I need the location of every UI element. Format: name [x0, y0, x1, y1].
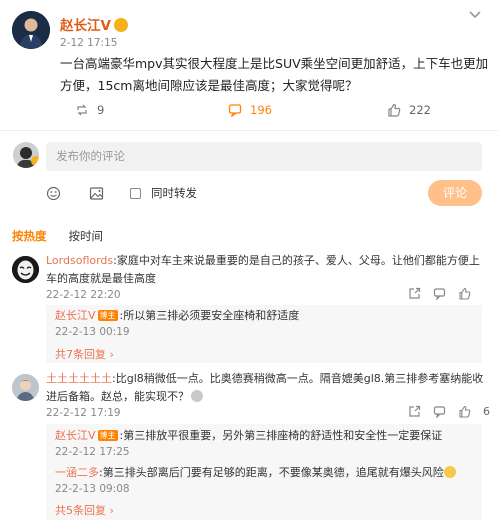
like-count: 222	[409, 103, 431, 117]
commenter-avatar[interactable]	[12, 374, 39, 401]
share-icon[interactable]	[408, 287, 421, 300]
repost-icon	[77, 104, 87, 116]
repost-count: 9	[97, 103, 105, 117]
repost-button[interactable]: 9	[75, 98, 104, 122]
reply-author[interactable]: 赵长江V	[55, 429, 96, 442]
comment-actions	[408, 287, 483, 300]
thumbs-up-icon[interactable]	[458, 405, 471, 418]
reply-item: 赵长江V 博主:第三排放平很重要，另外第三排座椅的舒适性和安全性一定要保证	[55, 427, 442, 445]
forward-checkbox[interactable]	[130, 187, 141, 199]
reply-date: 22-2-13 09:08	[55, 483, 130, 495]
sort-tabs: 按热度 按时间	[12, 228, 103, 244]
image-icon[interactable]	[89, 186, 104, 201]
tab-time[interactable]: 按时间	[69, 228, 104, 244]
reply-item: 一涵二多:第三排头部离后门要有足够的距离，不要像某奥德，追尾就有爆头风险	[55, 464, 456, 482]
thumbs-up-icon	[388, 103, 401, 117]
reply-item: 赵长江V 博主:所以第三排必须要安全座椅和舒适度	[55, 307, 299, 325]
comment-date: 22-2-12 22:20	[46, 289, 121, 301]
commenter-avatar[interactable]	[12, 256, 39, 283]
comment-text: :比gl8稍微低一点。比奥德赛稍微高一点。隔音媲美gl8.第三排参考塞纳能收进后…	[46, 372, 484, 403]
comment-input[interactable]: 发布你的评论	[46, 142, 482, 171]
author-avatar[interactable]	[12, 11, 50, 49]
emoji-icon[interactable]	[46, 186, 61, 201]
comment-count: 196	[250, 103, 272, 117]
comment-icon	[228, 104, 242, 117]
reply-thread: 赵长江V 博主:第三排放平很重要，另外第三排座椅的舒适性和安全性一定要保证 22-…	[46, 424, 482, 520]
comment-body: 土土土土土土:比gl8稍微低一点。比奥德赛稍微高一点。隔音媲美gl8.第三排参考…	[46, 370, 486, 406]
reply-text: :所以第三排必须要安全座椅和舒适度	[119, 309, 300, 322]
my-avatar	[13, 142, 39, 168]
post-text: 一台高端豪华mpv其实很大程度上是比SUV乘坐空间更加舒适，上下车也更加方便，1…	[60, 56, 489, 93]
author-name[interactable]: 赵长江V	[60, 14, 128, 34]
author-tag: 博主	[97, 430, 118, 441]
comment-actions: 6	[408, 405, 490, 418]
comment-icon[interactable]	[433, 405, 446, 418]
tab-hot[interactable]: 按热度	[12, 228, 47, 244]
comment-date: 22-2-12 17:19	[46, 407, 121, 419]
comment-icon[interactable]	[433, 287, 446, 300]
comment-button[interactable]: 196	[228, 98, 272, 122]
thumbs-up-icon[interactable]	[458, 287, 471, 300]
forward-label: 同时转发	[151, 186, 197, 200]
reply-author[interactable]: 一涵二多	[55, 466, 99, 479]
share-icon[interactable]	[408, 405, 421, 418]
post-date: 2-12 17:15	[60, 37, 118, 49]
author-tag: 博主	[97, 310, 118, 321]
composer-toolbar: 同时转发	[46, 183, 197, 203]
like-button[interactable]: 222	[387, 98, 431, 122]
emoji-icon	[191, 390, 203, 402]
commenter-name[interactable]: 土土土土土土	[46, 372, 112, 385]
emoji-icon	[443, 466, 456, 478]
reply-date: 22-2-13 00:19	[55, 326, 130, 338]
vip-badge-icon	[113, 18, 128, 32]
more-replies-link[interactable]: 共7条回复 ›	[55, 346, 114, 362]
author-name-text[interactable]: 赵长江V	[60, 18, 111, 34]
divider	[0, 130, 498, 131]
reply-date: 22-2-12 17:25	[55, 446, 130, 458]
vip-badge-icon	[31, 156, 39, 166]
comment-body: Lordsoflords:家庭中对车主来说最重要的是自己的孩子、爱人、父母。让他…	[46, 252, 486, 288]
commenter-name[interactable]: Lordsoflords	[46, 254, 113, 267]
comment-like-count: 6	[483, 405, 490, 418]
reply-author[interactable]: 赵长江V	[55, 309, 96, 322]
reply-thread: 赵长江V 博主:所以第三排必须要安全座椅和舒适度 22-2-13 00:19 共7…	[46, 305, 482, 363]
submit-comment-button[interactable]: 评论	[428, 180, 482, 206]
more-replies-link[interactable]: 共5条回复 ›	[55, 502, 114, 518]
reply-text: :第三排放平很重要，另外第三排座椅的舒适性和安全性一定要保证	[119, 429, 443, 442]
chevron-down-icon[interactable]	[467, 8, 483, 22]
post-actions: 9 196 222	[0, 98, 498, 122]
reply-text: :第三排头部离后门要有足够的距离，不要像某奥德，追尾就有爆头风险	[99, 466, 444, 479]
